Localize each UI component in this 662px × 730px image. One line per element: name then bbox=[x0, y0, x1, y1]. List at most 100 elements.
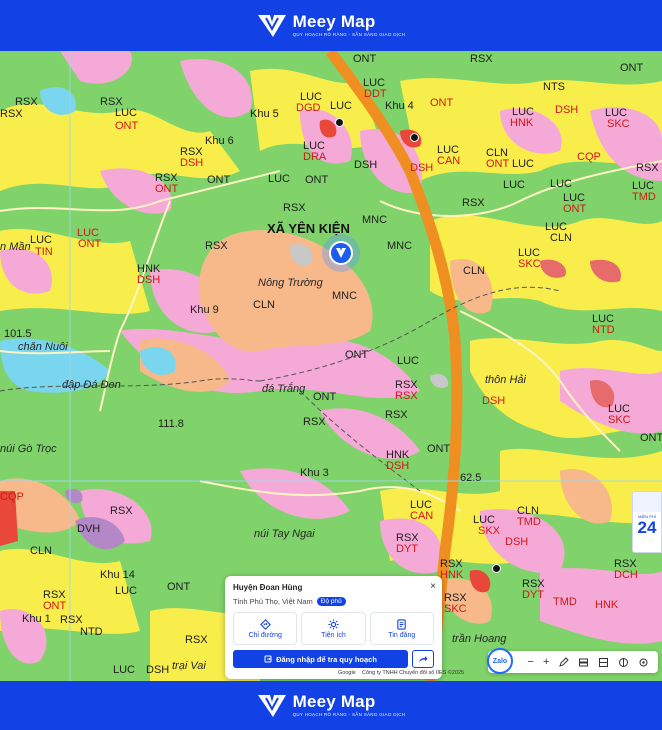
landuse-code: LUC bbox=[512, 158, 535, 170]
landuse-code: RSX bbox=[395, 390, 418, 402]
landuse-code: CAN bbox=[437, 155, 461, 167]
landuse-code: CQP bbox=[0, 491, 24, 503]
landuse-code: CLN bbox=[30, 545, 53, 557]
landuse-code: ONT bbox=[427, 443, 451, 455]
zoom-in-button[interactable]: + bbox=[543, 656, 549, 668]
landuse-code: TMD bbox=[632, 191, 656, 203]
landuse-code: DDT bbox=[364, 88, 387, 100]
landuse-code: HNK bbox=[440, 569, 464, 581]
landuse-code: MNC bbox=[362, 214, 388, 226]
poi-marker[interactable] bbox=[492, 564, 501, 573]
landuse-code: RSX bbox=[15, 96, 38, 108]
login-button[interactable]: Đăng nhập để tra quy hoạch bbox=[233, 650, 408, 668]
layers-icon[interactable] bbox=[578, 657, 589, 668]
landuse-code: DYT bbox=[522, 589, 544, 601]
directions-button[interactable]: Chỉ đường bbox=[233, 612, 298, 645]
landuse-code: TMD bbox=[553, 596, 577, 608]
landuse-code: ONT bbox=[43, 600, 67, 612]
landuse-code: DSH bbox=[482, 395, 506, 407]
coverage-badge[interactable]: Độ phủ bbox=[316, 597, 346, 606]
landuse-code: CLN bbox=[253, 299, 276, 311]
place-label: Khu 14 bbox=[100, 569, 135, 581]
landuse-code: ONT bbox=[563, 203, 587, 215]
share-button[interactable] bbox=[412, 650, 434, 668]
place-label: Khu 4 bbox=[385, 100, 414, 112]
landuse-code: CQP bbox=[577, 151, 601, 163]
place-label: núi Gò Trọc bbox=[0, 443, 57, 455]
place-label: Khu 6 bbox=[205, 135, 234, 147]
place-label: núi Tay Ngai bbox=[254, 528, 315, 540]
landuse-code: ONT bbox=[486, 158, 510, 170]
landuse-code: SKC bbox=[607, 118, 630, 130]
landuse-code: NTS bbox=[543, 81, 565, 93]
landuse-code: LUC bbox=[330, 100, 353, 112]
landuse-code: CAN bbox=[410, 510, 434, 522]
listings-icon bbox=[397, 618, 407, 630]
footer-brand-tagline: QUY HOẠCH RÕ RÀNG - SẴN SÀNG GIAO DỊCH bbox=[292, 712, 406, 718]
landuse-code: ONT bbox=[313, 391, 337, 403]
place-label: Khu 5 bbox=[250, 108, 279, 120]
landuse-code: RSX bbox=[185, 634, 208, 646]
landuse-code: DSH bbox=[137, 274, 161, 286]
place-label: n Mần bbox=[0, 241, 31, 253]
info-panel: Huyện Đoan Hùng Tỉnh Phú Thọ, Việt Nam Đ… bbox=[225, 576, 442, 679]
login-label: Đăng nhập để tra quy hoạch bbox=[276, 654, 377, 664]
elevation-label: 101.5 bbox=[4, 328, 32, 340]
landuse-code: DGD bbox=[296, 102, 321, 114]
promo-number: 24 bbox=[637, 518, 657, 537]
landuse-code: SKC bbox=[444, 603, 467, 615]
google-logo: Google bbox=[338, 670, 356, 676]
landuse-code: RSX bbox=[0, 108, 23, 120]
brand-logo[interactable]: Meey Map QUY HOẠCH RÕ RÀNG - SẴN SÀNG GI… bbox=[257, 13, 406, 39]
planning-map[interactable]: XÃ YÊN KIỆN Khu 5 Khu 6 Khu 4 Khu 9 Khu … bbox=[0, 51, 662, 681]
landuse-code: MNC bbox=[332, 290, 358, 302]
copyright-credit: Công ty TNHH Chuyển đổi số IIES ©2025 bbox=[362, 670, 465, 676]
landuse-code: RSX bbox=[303, 416, 326, 428]
place-label: Nông Trường bbox=[258, 277, 323, 289]
landuse-code: LUC bbox=[503, 179, 526, 191]
zoom-out-button[interactable]: − bbox=[528, 656, 534, 668]
landuse-code: DYT bbox=[396, 543, 418, 555]
promo-banner[interactable]: MIỄN PHÍ 24 bbox=[632, 491, 662, 553]
place-label: đá Trắng bbox=[262, 383, 306, 395]
brand-tagline: QUY HOẠCH RÕ RÀNG - SẴN SÀNG GIAO DỊCH bbox=[292, 32, 406, 38]
landuse-code: HNK bbox=[595, 599, 619, 611]
landuse-code: ONT bbox=[353, 53, 377, 65]
ruler-icon[interactable] bbox=[598, 657, 609, 668]
directions-label: Chỉ đường bbox=[248, 631, 282, 639]
meey-pin-icon bbox=[336, 248, 346, 258]
footer-brand-name: Meey Map bbox=[292, 692, 376, 712]
landuse-code: RSX bbox=[470, 53, 493, 65]
landuse-code: ONT bbox=[78, 238, 102, 250]
landuse-code: TIN bbox=[35, 246, 53, 258]
landuse-code: RSX bbox=[205, 240, 228, 252]
place-label: Khu 9 bbox=[190, 304, 219, 316]
close-button[interactable]: × bbox=[430, 581, 436, 592]
footer-brand-logo[interactable]: Meey Map QUY HOẠCH RÕ RÀNG - SẴN SÀNG GI… bbox=[257, 693, 406, 719]
locate-icon[interactable] bbox=[638, 657, 649, 668]
place-label: trần Hoang bbox=[452, 633, 507, 645]
listings-label: Tin đăng bbox=[388, 631, 416, 639]
compare-icon[interactable] bbox=[618, 657, 629, 668]
landuse-code: ONT bbox=[640, 432, 662, 444]
draw-icon[interactable] bbox=[558, 656, 570, 668]
location-pin[interactable] bbox=[322, 234, 360, 272]
landuse-code: ONT bbox=[207, 174, 231, 186]
share-icon bbox=[419, 656, 428, 662]
poi-marker[interactable] bbox=[335, 118, 344, 127]
place-label: thôn Hải bbox=[485, 374, 526, 386]
listings-button[interactable]: Tin đăng bbox=[369, 612, 434, 645]
utilities-button[interactable]: Tiện ích bbox=[301, 612, 366, 645]
landuse-code: RSX bbox=[636, 162, 659, 174]
landuse-code: LUC bbox=[397, 355, 420, 367]
login-icon bbox=[264, 655, 272, 663]
landuse-code: ONT bbox=[620, 62, 644, 74]
landuse-code: DVH bbox=[77, 523, 101, 535]
landuse-code: LUC bbox=[30, 234, 53, 246]
landuse-code: LUC bbox=[115, 585, 138, 597]
zalo-button[interactable]: Zalo bbox=[487, 648, 513, 674]
landuse-code: TMD bbox=[517, 516, 541, 528]
info-subtitle: Tỉnh Phú Thọ, Việt Nam bbox=[233, 597, 313, 606]
landuse-code: DSH bbox=[386, 460, 410, 472]
poi-marker[interactable] bbox=[410, 133, 419, 142]
